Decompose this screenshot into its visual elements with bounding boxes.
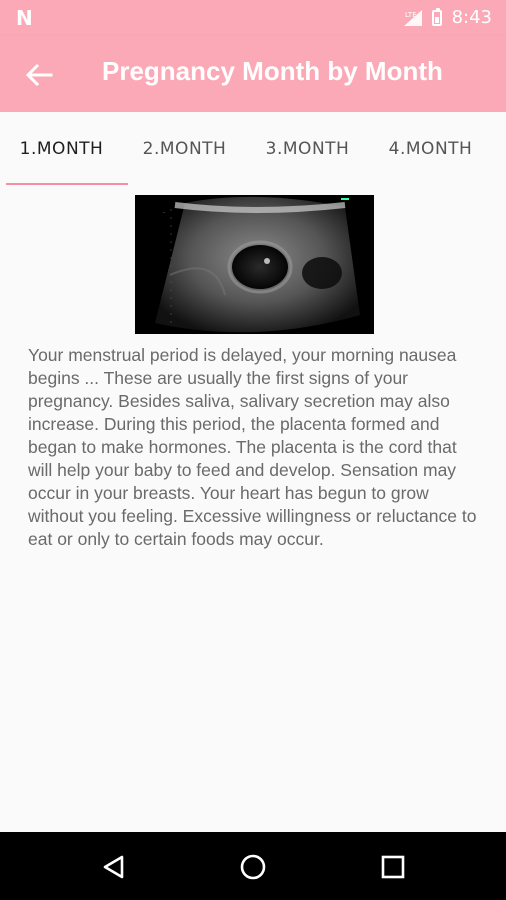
status-icons: LTE 8:43 [403, 7, 492, 28]
svg-text:LTE: LTE [405, 11, 417, 19]
triangle-back-icon [103, 855, 124, 879]
square-recents-icon [381, 855, 405, 879]
battery-icon [431, 7, 442, 26]
notification-n-icon: N [16, 6, 33, 30]
app-bar: Pregnancy Month by Month [0, 36, 506, 112]
back-button[interactable] [22, 58, 56, 92]
ultrasound-image: · [134, 195, 374, 334]
navigation-bar [0, 832, 506, 900]
nav-recents-button[interactable] [378, 852, 408, 882]
app-screen: N LTE 8:43 Pregnancy Month by Month 1.MO… [0, 0, 506, 900]
lte-signal-icon: LTE [403, 9, 422, 26]
status-bar: N LTE 8:43 [0, 0, 506, 36]
nav-back-button[interactable] [99, 852, 129, 882]
month-content: · Your menstrual period is delayed, your… [28, 195, 480, 551]
tab-month-4[interactable]: 4.MONTH [369, 139, 492, 159]
nav-home-button[interactable] [238, 852, 268, 882]
circle-home-icon [240, 854, 266, 880]
arrow-left-icon [25, 63, 53, 87]
month-description: Your menstrual period is delayed, your m… [28, 345, 477, 549]
tab-month-1[interactable]: 1.MONTH [0, 139, 123, 159]
active-tab-indicator [6, 183, 128, 185]
svg-text:·: · [163, 210, 165, 217]
tab-month-3[interactable]: 3.MONTH [246, 139, 369, 159]
page-title: Pregnancy Month by Month [102, 56, 443, 86]
status-time: 8:43 [451, 7, 492, 28]
tab-month-2[interactable]: 2.MONTH [123, 139, 246, 159]
month-tabs: 1.MONTH 2.MONTH 3.MONTH 4.MONTH [0, 112, 506, 186]
